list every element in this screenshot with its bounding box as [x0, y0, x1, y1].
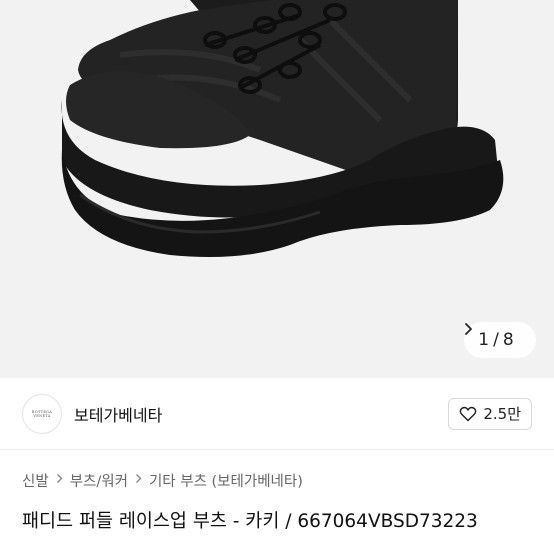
- brand-logo-text: BOTTEGA VENETA: [31, 409, 53, 418]
- breadcrumb-item-category[interactable]: 신발: [22, 470, 49, 491]
- gallery-separator: /: [493, 330, 499, 350]
- product-image-gallery[interactable]: 1 / 8: [0, 0, 554, 378]
- brand-name[interactable]: 보테가베네타: [74, 402, 162, 426]
- brand-row[interactable]: BOTTEGA VENETA 보테가베네타 2.5만: [0, 378, 554, 450]
- gallery-pager[interactable]: 1 / 8: [464, 322, 536, 358]
- heart-outline-icon: [459, 406, 477, 422]
- product-title: 패디드 퍼들 레이스업 부츠 - 카키 / 667064VBSD73223: [22, 511, 478, 532]
- like-count: 2.5만: [483, 405, 521, 423]
- breadcrumb-item-leaf[interactable]: 기타 부츠 (보테가베네타): [149, 470, 303, 491]
- like-button[interactable]: 2.5만: [448, 397, 532, 430]
- breadcrumb-item-subcategory[interactable]: 부츠/워커: [70, 470, 128, 491]
- chevron-right-icon: [135, 473, 142, 488]
- gallery-current-index: 1: [478, 330, 490, 350]
- gallery-total-count: 8: [502, 330, 514, 350]
- brand-logo[interactable]: BOTTEGA VENETA: [22, 393, 62, 434]
- breadcrumb: 신발 부츠/워커 기타 부츠 (보테가베네타): [22, 470, 303, 491]
- chevron-right-icon: [56, 473, 63, 488]
